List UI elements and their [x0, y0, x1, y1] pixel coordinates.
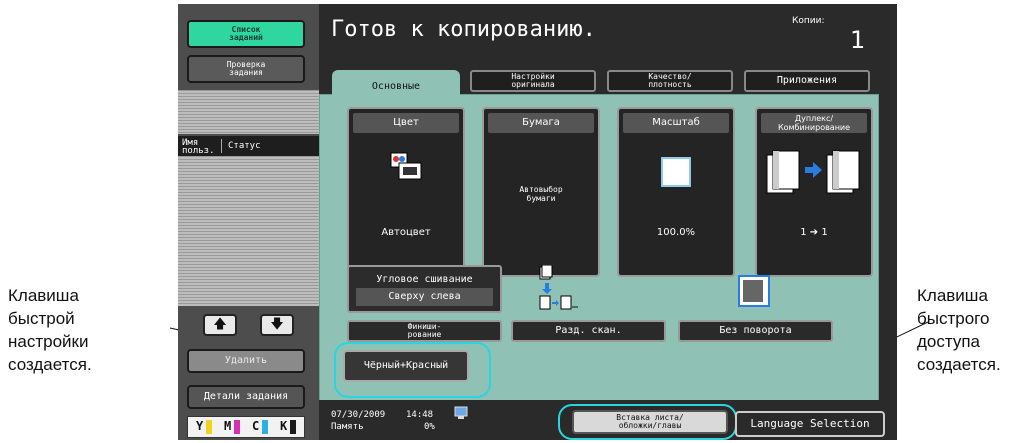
toner-k-label: K	[280, 419, 288, 433]
copies-count: 1	[850, 26, 866, 54]
zoom-key-value: 100.0%	[656, 227, 696, 238]
toner-c-label: C	[252, 419, 260, 433]
tab-apps-label: Приложения	[776, 75, 838, 86]
job-check-button[interactable]: Проверка задания	[187, 55, 305, 83]
language-selection-button[interactable]: Language Selection	[735, 411, 885, 437]
memory-value: 0%	[424, 422, 435, 432]
paper-value-line: Автовыбор	[519, 185, 563, 194]
toner-k-bar	[290, 420, 296, 434]
date-display: 07/30/2009	[331, 410, 386, 420]
finishing-label: рование	[407, 330, 442, 339]
separate-scan-icon	[539, 265, 578, 310]
toner-y-bar	[206, 420, 212, 434]
color-key-title: Цвет	[353, 113, 459, 133]
toner-m-bar	[234, 420, 240, 434]
job-table-header: Имя польз. Статус	[178, 136, 319, 156]
tab-quality-label: плотность	[648, 80, 692, 89]
zoom-key[interactable]: Масштаб 100.0%	[617, 107, 735, 277]
paper-key[interactable]: Бумага Автовыбор бумаги	[482, 107, 600, 277]
job-list-label: заданий	[229, 33, 263, 42]
zoom-key-title: Масштаб	[623, 113, 729, 133]
zoom-ratio-icon	[661, 157, 691, 187]
no-rotate-button[interactable]: Без поворота	[678, 320, 833, 342]
sidebar-pattern	[178, 90, 319, 134]
scroll-up-button[interactable]: 🡅	[203, 314, 237, 336]
time-display: 14:48	[406, 410, 434, 420]
corner-staple-label: Угловое сшивание	[376, 274, 473, 285]
tab-quality-density[interactable]: Качество/ плотность	[607, 70, 733, 92]
column-divider	[221, 139, 222, 153]
paper-value-line: бумаги	[526, 194, 556, 203]
duplex-title-line: Комбинирование	[777, 123, 851, 132]
duplex-key-title: Дуплекс/ Комбинирование	[761, 113, 867, 133]
memory-label: Память	[331, 422, 364, 432]
one-sided-to-one-sided-icon	[766, 150, 860, 194]
duplex-key-value: 1 ➔ 1	[800, 227, 828, 238]
tab-applications[interactable]: Приложения	[744, 70, 870, 92]
tab-basic[interactable]: Основные	[332, 70, 460, 98]
auto-color-icon	[390, 152, 422, 180]
corner-staple-button[interactable]: Угловое сшивание Сверху слева	[347, 265, 502, 313]
job-list-button[interactable]: Список заданий	[187, 20, 305, 48]
corner-staple-value: Сверху слева	[356, 288, 493, 306]
job-list-area	[178, 156, 319, 306]
color-key-value: Автоцвет	[381, 227, 431, 238]
toner-c-bar	[262, 420, 268, 434]
quick-setting-highlight	[334, 342, 491, 398]
delete-button[interactable]: Удалить	[187, 349, 305, 373]
toner-level-indicator: Y M C K	[187, 416, 305, 438]
arrow-down-icon: 🡇	[270, 317, 284, 332]
network-icon	[454, 406, 468, 419]
no-rotate-icon	[738, 275, 770, 307]
tab-original-settings[interactable]: Настройки оригинала	[470, 70, 596, 92]
color-key[interactable]: Цвет Автоцвет	[347, 107, 465, 277]
finishing-button[interactable]: Финиши- рование	[347, 320, 502, 342]
job-check-label: задания	[229, 68, 263, 77]
separate-scan-button[interactable]: Разд. скан.	[511, 320, 666, 342]
job-sidebar: Список заданий Проверка задания Имя поль…	[178, 4, 319, 440]
user-header-label: польз.	[182, 146, 215, 156]
user-column-header: Имя польз.	[182, 139, 215, 156]
tab-basic-label: Основные	[371, 81, 421, 92]
status-message: Готов к копированию.	[331, 17, 596, 42]
status-column-header: Статус	[228, 141, 261, 151]
scroll-down-button[interactable]: 🡇	[260, 314, 294, 336]
job-details-button[interactable]: Детали задания	[187, 385, 305, 409]
toner-y-label: Y	[196, 419, 204, 433]
toner-m-label: M	[224, 419, 232, 433]
duplex-title-line: Дуплекс/	[794, 114, 834, 123]
paper-key-value: Автовыбор бумаги	[484, 185, 598, 203]
copies-label: Копии:	[792, 16, 825, 26]
quick-access-highlight	[558, 404, 737, 440]
duplex-combine-key[interactable]: Дуплекс/ Комбинирование 1 ➔ 1	[755, 107, 873, 277]
paper-key-title: Бумага	[488, 113, 594, 133]
copier-touch-screen: Список заданий Проверка задания Имя поль…	[178, 4, 897, 440]
tab-original-label: оригинала	[511, 80, 555, 89]
arrow-up-icon: 🡅	[213, 317, 227, 332]
